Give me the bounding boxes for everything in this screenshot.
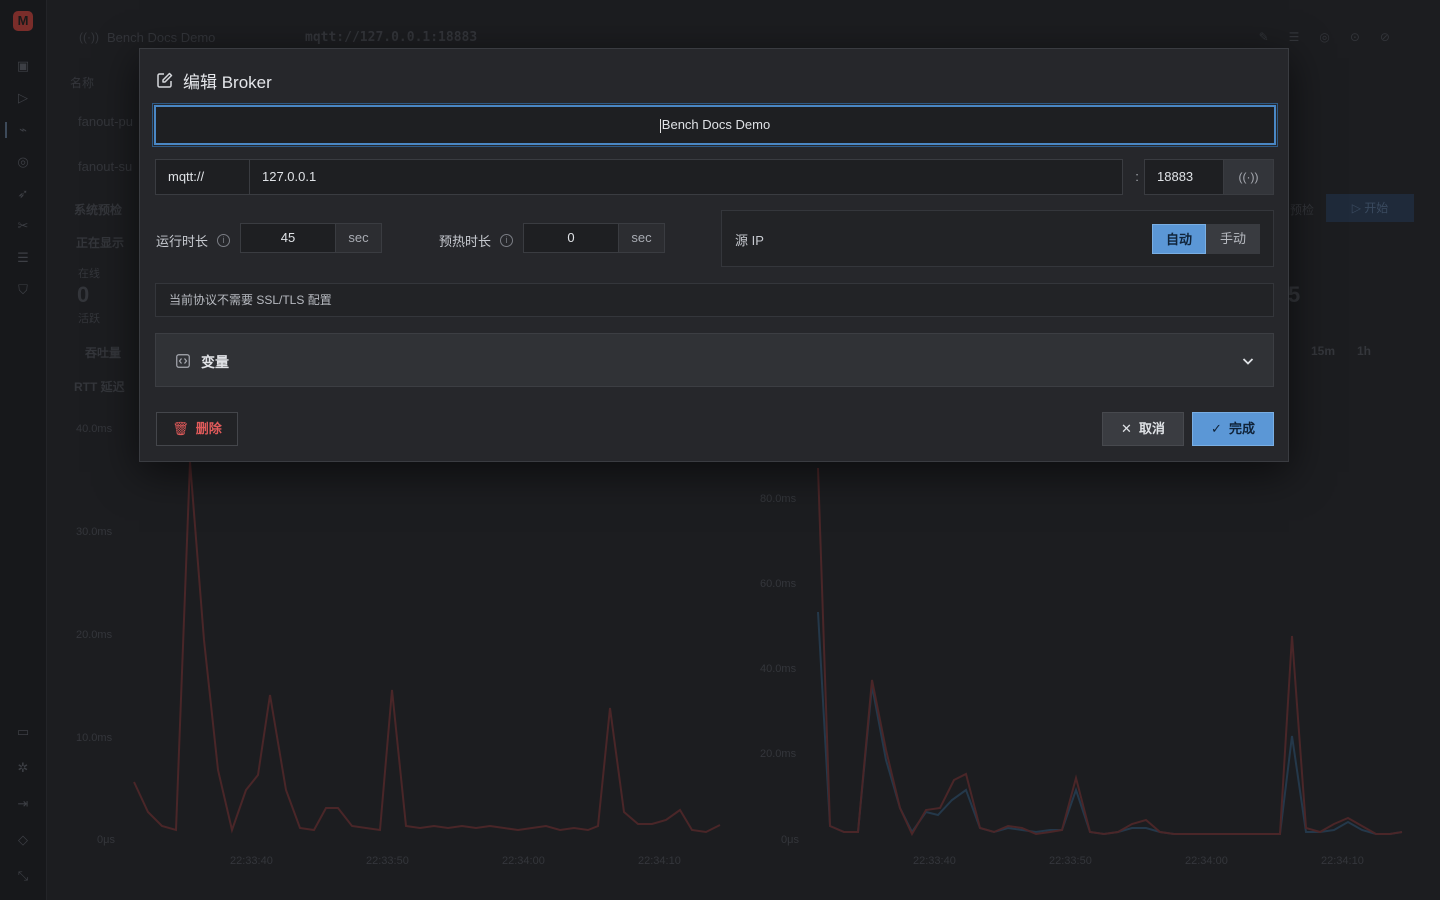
run-duration-text: 运行时长 — [156, 234, 209, 249]
y-tick: 30.0ms — [76, 526, 113, 538]
list-item[interactable]: fanout-pu — [78, 114, 133, 129]
stat-value: 5 — [1288, 282, 1301, 307]
x-tick: 22:33:50 — [366, 855, 409, 867]
toolbar-icons[interactable]: ✎☰◎⊙⊘ — [1259, 30, 1410, 44]
y-tick: 0μs — [781, 834, 799, 846]
x-tick: 22:33:50 — [1049, 855, 1092, 867]
edit-icon — [157, 72, 173, 88]
port-input[interactable]: 18883 — [1144, 159, 1224, 195]
right-latency-line-blue — [817, 611, 1403, 836]
close-icon: ✕ — [1121, 421, 1132, 436]
active-indicator — [5, 122, 7, 138]
column-name-header: 名称 — [70, 76, 95, 90]
broadcast-icon: ((·)) — [79, 30, 99, 44]
collapse-icon[interactable]: ⤡ — [15, 868, 31, 884]
run-duration-unit: sec — [336, 223, 382, 253]
source-ip-panel: 源 IP 自动 手动 — [721, 210, 1274, 267]
chart-title: RTT 延迟 — [74, 380, 125, 394]
x-tick: 22:34:00 — [1185, 855, 1228, 867]
dashboard-icon[interactable]: ▣ — [15, 58, 31, 74]
variables-accordion[interactable]: 变量 — [155, 333, 1274, 387]
run-duration-input[interactable]: 45 — [240, 223, 336, 253]
gear-icon[interactable]: ✲ — [15, 760, 31, 776]
app-logo: M — [13, 11, 33, 31]
y-tick: 20.0ms — [760, 748, 797, 760]
cancel-button[interactable]: ✕ 取消 — [1102, 412, 1184, 446]
trash-icon: 🗑 — [172, 421, 189, 436]
host-input[interactable]: 127.0.0.1 — [250, 159, 1123, 195]
broker-url-row: mqtt:// 127.0.0.1 : 18883 ((·)) — [155, 159, 1275, 195]
stat-value: 0 — [77, 282, 90, 307]
code-icon — [176, 354, 190, 368]
broker-name-value: Bench Docs Demo — [661, 117, 771, 132]
shield-icon[interactable]: ⛉ — [15, 282, 31, 298]
rocket-icon[interactable]: ➶ — [15, 186, 31, 202]
left-latency-line — [133, 461, 721, 834]
ssl-note: 当前协议不需要 SSL/TLS 配置 — [155, 283, 1274, 317]
warmup-duration-text: 预热时长 — [439, 234, 492, 249]
sidebar: M ▣ ▷ ⌁ ◎ ➶ ✂ ☰ ⛉ ▭ ✲ ⇥ ◇ ⤡ — [0, 0, 47, 900]
broker-title: Bench Docs Demo — [107, 30, 216, 45]
target-icon[interactable]: ◎ — [15, 154, 31, 170]
list-item[interactable]: fanout-su — [78, 159, 132, 174]
warmup-duration-unit: sec — [619, 223, 665, 253]
broker-name-input[interactable]: Bench Docs Demo — [152, 103, 1278, 147]
y-tick: 20.0ms — [76, 629, 113, 641]
x-tick: 22:34:10 — [638, 855, 681, 867]
right-latency-line-red — [817, 467, 1403, 837]
source-ip-auto-option[interactable]: 自动 — [1152, 224, 1206, 254]
edit-broker-dialog: 编辑 Broker Bench Docs Demo mqtt:// 127.0.… — [139, 48, 1289, 462]
dialog-header: 编辑 Broker — [156, 69, 272, 92]
chart-icon[interactable]: ⌁ — [15, 122, 31, 138]
tab-throughput[interactable]: 吞吐量 — [85, 344, 121, 361]
info-icon[interactable]: i — [217, 234, 231, 247]
range-15m[interactable]: 15m — [1311, 344, 1335, 358]
variables-label: 变量 — [201, 354, 229, 370]
broker-url: mqtt://127.0.0.1:18883 — [305, 30, 478, 45]
play-icon[interactable]: ▷ — [15, 90, 31, 106]
chevron-down-icon — [1242, 358, 1254, 365]
status-text: 正在显示 — [76, 236, 125, 250]
source-ip-toggle: 自动 手动 — [1152, 224, 1260, 254]
warmup-duration-input[interactable]: 0 — [523, 223, 619, 253]
terminal-icon[interactable]: ▭ — [15, 724, 31, 740]
stat-label: 活跃 — [78, 313, 100, 325]
precheck-link[interactable]: 预检 — [1290, 201, 1314, 218]
warmup-duration-label: 预热时长 i — [439, 231, 514, 250]
y-tick: 40.0ms — [76, 423, 113, 435]
info-icon[interactable]: i — [500, 234, 514, 247]
database-icon[interactable]: ☰ — [15, 250, 31, 266]
import-icon[interactable]: ⇥ — [15, 796, 31, 812]
section-title: 系统预检 — [74, 203, 123, 217]
y-tick: 60.0ms — [760, 578, 797, 590]
tag-icon[interactable]: ◇ — [15, 832, 31, 848]
protocol-select[interactable]: mqtt:// — [155, 159, 250, 195]
range-1h[interactable]: 1h — [1357, 344, 1371, 358]
check-icon: ✓ — [1211, 421, 1222, 436]
y-tick: 10.0ms — [76, 732, 113, 744]
tools-icon[interactable]: ✂ — [15, 218, 31, 234]
y-tick: 80.0ms — [760, 493, 797, 505]
y-tick: 40.0ms — [760, 663, 797, 675]
x-tick: 22:34:00 — [502, 855, 545, 867]
y-tick: 0μs — [97, 834, 115, 846]
done-label: 完成 — [1228, 421, 1255, 436]
stat-label: 在线 — [78, 268, 100, 280]
dialog-title: 编辑 Broker — [183, 72, 272, 92]
x-tick: 22:33:40 — [230, 855, 273, 867]
connection-test-button[interactable]: ((·)) — [1224, 159, 1274, 195]
source-ip-manual-option[interactable]: 手动 — [1206, 224, 1260, 254]
run-duration-label: 运行时长 i — [156, 231, 231, 250]
cancel-label: 取消 — [1138, 421, 1165, 436]
broadcast-icon: ((·)) — [1238, 170, 1259, 184]
x-tick: 22:33:40 — [913, 855, 956, 867]
x-tick: 22:34:10 — [1321, 855, 1364, 867]
delete-label: 删除 — [195, 421, 222, 436]
done-button[interactable]: ✓ 完成 — [1192, 412, 1274, 446]
source-ip-label: 源 IP — [735, 233, 764, 248]
delete-button[interactable]: 🗑 删除 — [156, 412, 238, 446]
text-caret — [659, 118, 661, 133]
start-button[interactable]: ▷ 开始 — [1326, 194, 1414, 222]
port-separator: : — [1135, 169, 1139, 184]
